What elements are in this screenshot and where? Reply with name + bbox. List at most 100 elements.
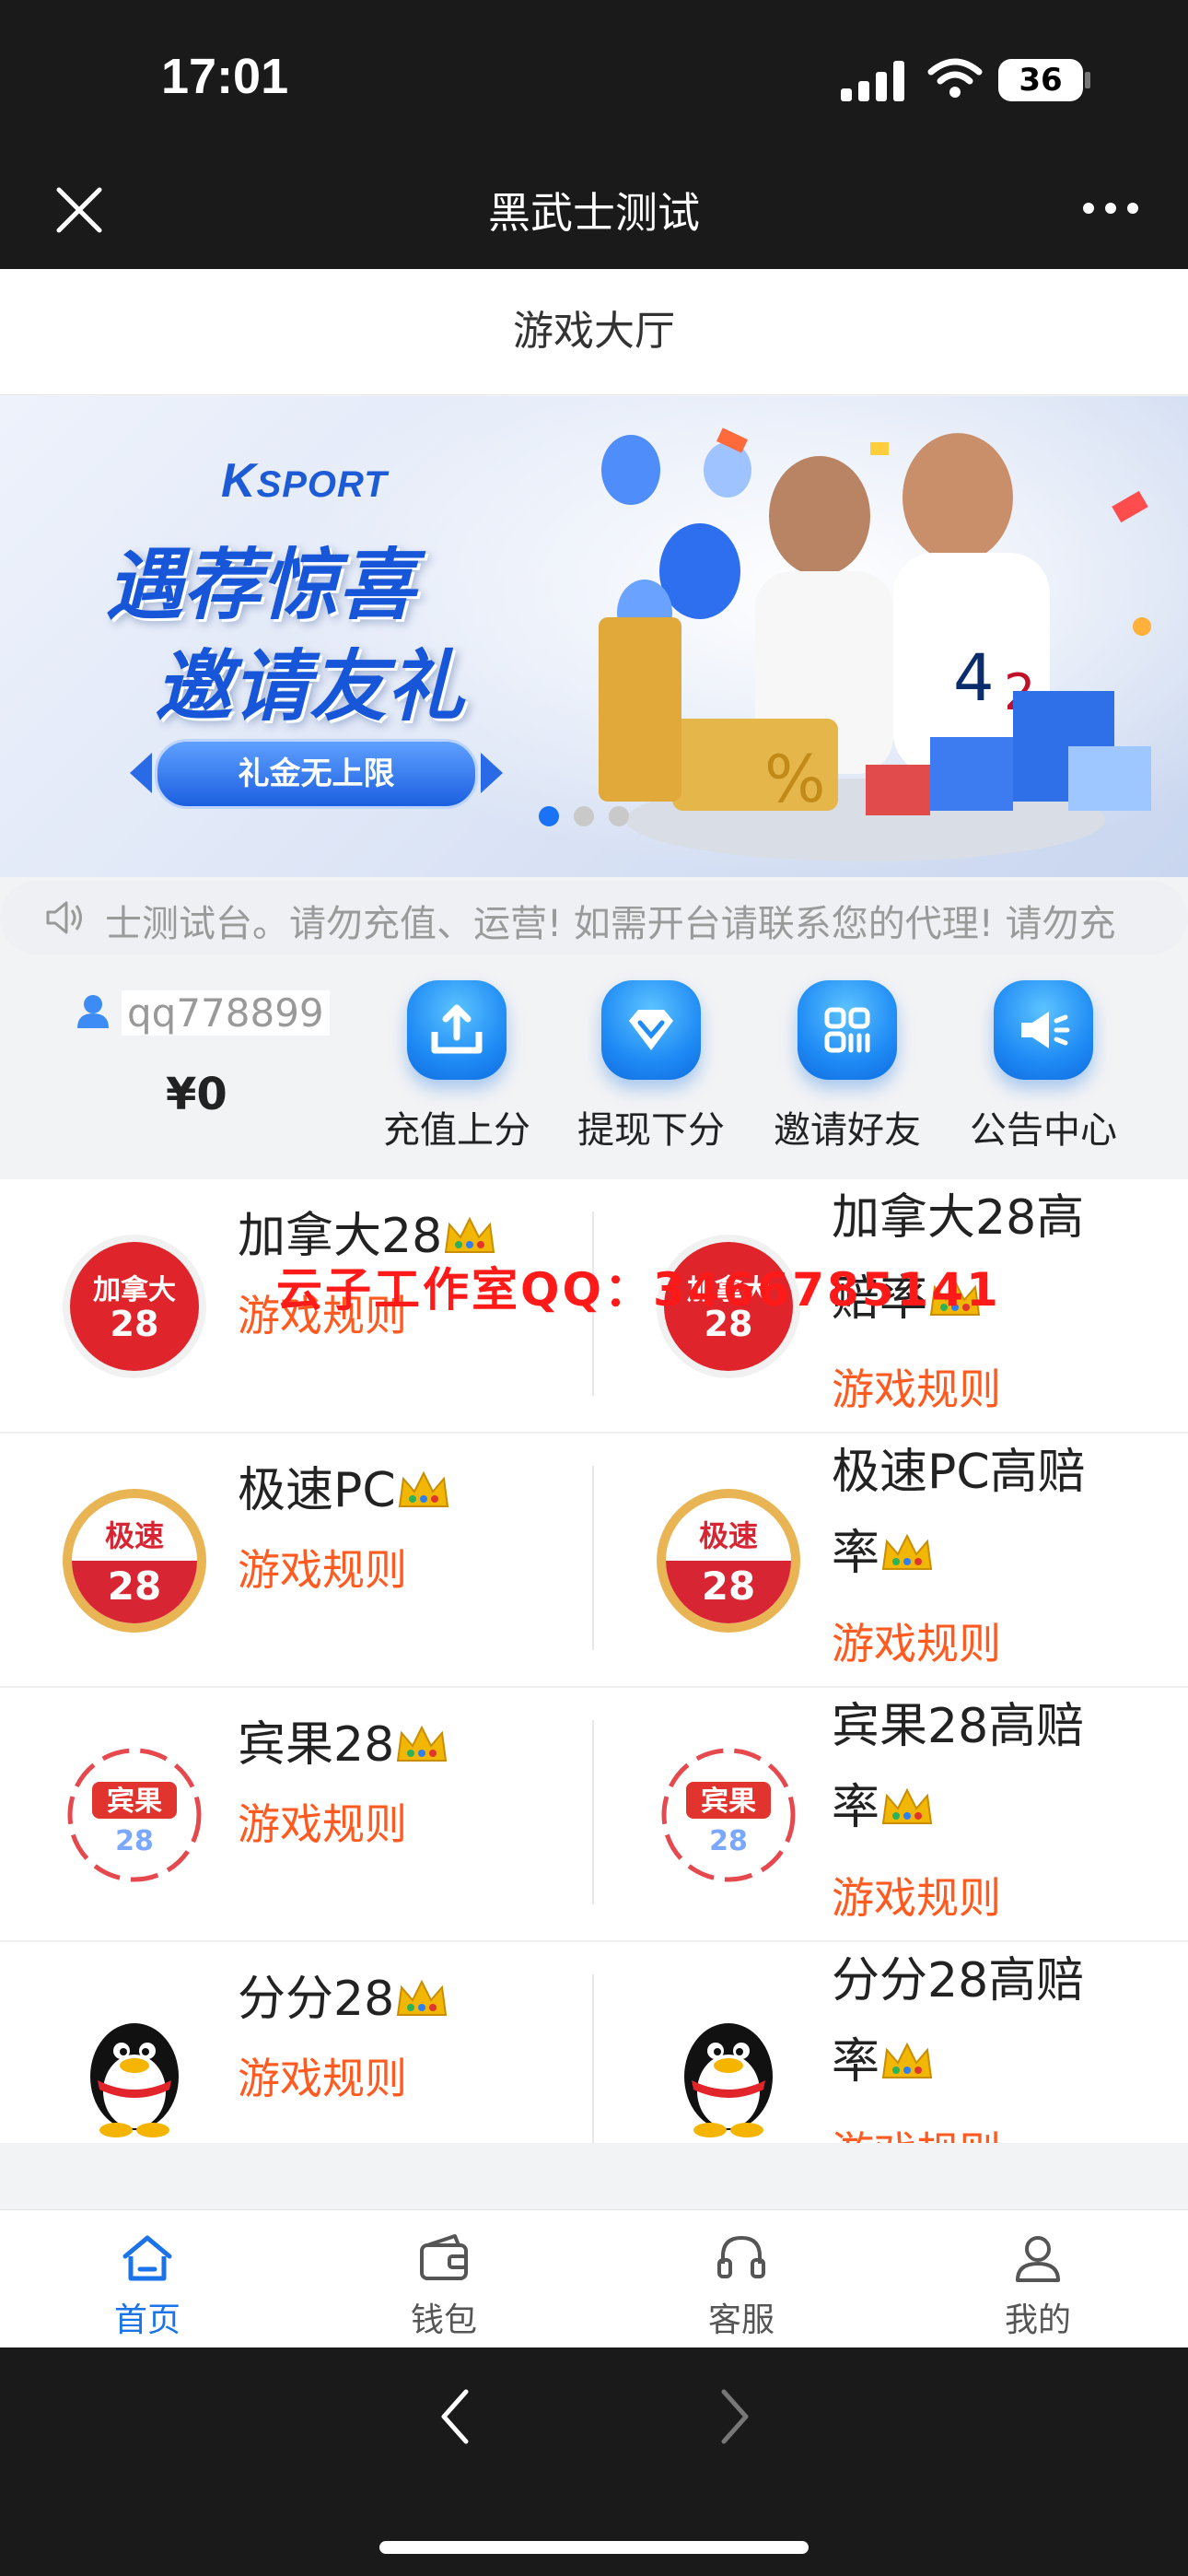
banner-headline-1: 遇荐惊喜 <box>106 540 416 630</box>
game-name: 宾果28 <box>238 1704 569 1786</box>
username: qq778899 <box>122 990 330 1036</box>
tab-wallet[interactable]: 钱包 <box>352 2229 536 2341</box>
game-name: 宾果28高赔 <box>832 1699 1085 1754</box>
game-name-line2: 率 <box>832 1767 1163 1848</box>
tab-label: 钱包 <box>410 2301 477 2339</box>
banner-dot[interactable] <box>539 806 559 826</box>
game-row: 极速 28 极速PC 游戏规则 极速 28 极速PC高赔 率 游戏规则 <box>0 1434 1188 1690</box>
watermark-text: 云子工作室QQ：3466785141 <box>276 1263 1001 1317</box>
svg-text:宾果: 宾果 <box>701 1786 756 1818</box>
svg-text:%: % <box>764 742 826 817</box>
action-label: 公告中心 <box>970 1109 1117 1152</box>
jisu28-logo: 极速 28 <box>63 1489 206 1633</box>
action-label: 充值上分 <box>383 1109 530 1152</box>
svg-text:加拿大: 加拿大 <box>93 1274 176 1306</box>
recharge-button[interactable]: 充值上分 <box>365 980 549 1153</box>
canada28-logo: 加拿大 28 <box>63 1235 206 1378</box>
speaker-icon <box>46 901 82 934</box>
wifi-icon <box>927 58 983 98</box>
banner-pagination <box>539 806 644 830</box>
diamond-icon <box>601 980 701 1080</box>
withdraw-button[interactable]: 提现下分 <box>559 980 743 1153</box>
tab-profile[interactable]: 我的 <box>946 2229 1130 2341</box>
bingo28-logo: 宾果 28 <box>661 1748 796 1882</box>
game-row: 分分28 游戏规则 分分28高赔 率 游戏规则 <box>0 1942 1188 2143</box>
game-card[interactable]: 宾果 28 宾果28高赔 率 游戏规则 <box>594 1688 1188 1940</box>
grid-apps-icon <box>798 980 897 1080</box>
svg-text:28: 28 <box>111 1304 159 1344</box>
banner-dot[interactable] <box>609 806 629 826</box>
tab-label: 我的 <box>1004 2301 1071 2339</box>
crown-icon <box>881 2042 933 2078</box>
notice-text: 士测试台。请勿充值、运营! 如需开台请联系您的代理! 请勿充 <box>105 903 1116 945</box>
game-name: 极速PC <box>238 1450 569 1531</box>
back-arrow-icon[interactable] <box>433 2384 479 2449</box>
crown-icon <box>881 1533 933 1570</box>
crown-icon <box>881 1787 933 1824</box>
forward-arrow-icon[interactable] <box>711 2384 757 2449</box>
user-icon <box>77 995 109 1028</box>
notice-marquee[interactable]: 士测试台。请勿充值、运营! 如需开台请联系您的代理! 请勿充 <box>0 881 1188 954</box>
action-label: 邀请好友 <box>774 1109 921 1152</box>
banner-brand-logo: KSPORT <box>221 454 388 508</box>
game-card[interactable]: 分分28高赔 率 游戏规则 <box>594 1942 1188 2143</box>
tab-home[interactable]: 首页 <box>55 2229 239 2341</box>
battery-icon: 36 <box>998 59 1083 101</box>
nav-title: 黑武士测试 <box>488 188 700 238</box>
game-name-line2: 率 <box>832 1513 1163 1594</box>
game-card[interactable]: 极速 28 极速PC高赔 率 游戏规则 <box>594 1434 1188 1686</box>
headset-icon <box>717 2235 765 2278</box>
game-rule-link[interactable]: 游戏规则 <box>238 2045 407 2106</box>
profile-icon <box>1016 2236 1060 2282</box>
svg-text:28: 28 <box>702 1563 755 1609</box>
penguin-logo <box>90 2023 179 2137</box>
upload-tray-icon <box>407 980 507 1080</box>
balance: ¥0 <box>166 1069 227 1120</box>
game-rule-link[interactable]: 游戏规则 <box>832 1356 1001 1417</box>
game-rule-link[interactable]: 游戏规则 <box>832 1610 1001 1671</box>
game-card[interactable]: 宾果 28 宾果28 游戏规则 <box>0 1688 594 1940</box>
announcement-button[interactable]: 公告中心 <box>951 980 1136 1153</box>
penguin-logo <box>684 2023 773 2137</box>
signal-icon <box>841 61 905 101</box>
invite-friend-button[interactable]: 邀请好友 <box>755 980 939 1153</box>
crown-icon <box>445 1216 495 1253</box>
more-icon[interactable] <box>1083 203 1138 216</box>
svg-text:28: 28 <box>108 1563 161 1609</box>
tab-bar: 首页 钱包 客服 我的 <box>0 2209 1188 2347</box>
game-name: 极速PC高赔 <box>832 1445 1086 1500</box>
svg-text:极速: 极速 <box>699 1518 758 1553</box>
home-icon <box>122 2235 172 2281</box>
tab-service[interactable]: 客服 <box>649 2229 833 2341</box>
tab-label: 客服 <box>707 2301 775 2339</box>
svg-text:极速: 极速 <box>105 1518 164 1553</box>
game-rule-link[interactable]: 游戏规则 <box>238 1537 407 1598</box>
jisu28-logo: 极速 28 <box>657 1489 800 1633</box>
tab-label: 首页 <box>113 2301 181 2339</box>
banner-dot[interactable] <box>574 806 594 826</box>
game-name: 加拿大28高 <box>832 1190 1085 1246</box>
game-name-line2: 率 <box>832 2021 1163 2102</box>
wallet-icon <box>420 2234 468 2280</box>
game-card[interactable]: 极速 28 极速PC 游戏规则 <box>0 1434 594 1686</box>
svg-text:宾果: 宾果 <box>107 1786 162 1818</box>
game-name: 分分28 <box>238 1959 569 2040</box>
battery-cap <box>1085 72 1090 88</box>
action-label: 提现下分 <box>577 1109 725 1152</box>
game-row: 宾果 28 宾果28 游戏规则 宾果 28 宾果28高赔 率 游戏规则 <box>0 1688 1188 1944</box>
crown-icon <box>397 1979 448 2016</box>
megaphone-icon <box>994 980 1093 1080</box>
game-rule-link[interactable]: 游戏规则 <box>832 2119 1001 2143</box>
crown-icon <box>397 1725 448 1762</box>
banner-players-gifts-illustration: 4 2 % <box>599 427 1151 861</box>
game-rule-link[interactable]: 游戏规则 <box>832 1865 1001 1926</box>
status-time: 17:01 <box>161 49 289 104</box>
banner-pill: 礼金无上限 <box>130 739 503 809</box>
game-card[interactable]: 分分28 游戏规则 <box>0 1942 594 2143</box>
game-rule-link[interactable]: 游戏规则 <box>238 1791 407 1852</box>
svg-text:4: 4 <box>953 640 995 716</box>
promo-banner[interactable]: KSPORT 遇荐惊喜 邀请友礼 礼金无上限 4 2 % <box>0 396 1188 877</box>
crown-icon <box>398 1470 448 1507</box>
home-indicator <box>379 2541 809 2554</box>
bingo28-logo: 宾果 28 <box>67 1748 202 1882</box>
